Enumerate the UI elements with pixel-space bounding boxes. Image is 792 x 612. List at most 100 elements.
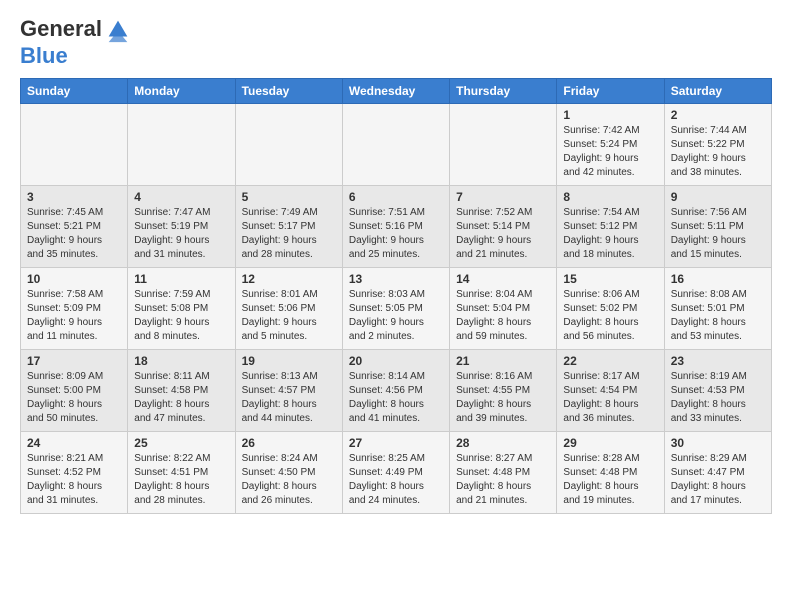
calendar-table: SundayMondayTuesdayWednesdayThursdayFrid… — [20, 78, 772, 514]
week-row-4: 24 Sunrise: 8:21 AM Sunset: 4:52 PM Dayli… — [21, 432, 772, 514]
day-info: Sunrise: 7:42 AM Sunset: 5:24 PM Dayligh… — [563, 124, 657, 180]
week-row-2: 10 Sunrise: 7:58 AM Sunset: 5:09 PM Dayli… — [21, 268, 772, 350]
day-info: Sunrise: 7:54 AM Sunset: 5:12 PM Dayligh… — [563, 206, 657, 262]
header-day-monday: Monday — [128, 79, 235, 104]
day-info: Sunrise: 8:03 AM Sunset: 5:05 PM Dayligh… — [349, 288, 443, 344]
header: General Blue — [20, 16, 772, 68]
day-info: Sunrise: 8:21 AM Sunset: 4:52 PM Dayligh… — [27, 452, 121, 508]
day-info: Sunrise: 7:59 AM Sunset: 5:08 PM Dayligh… — [134, 288, 228, 344]
calendar-cell: 16Sunrise: 8:08 AM Sunset: 5:01 PM Dayli… — [664, 268, 771, 350]
day-info: Sunrise: 7:47 AM Sunset: 5:19 PM Dayligh… — [134, 206, 228, 262]
day-number: 10 — [27, 272, 121, 286]
calendar-cell: 10 Sunrise: 7:58 AM Sunset: 5:09 PM Dayli… — [21, 268, 128, 350]
day-number: 20 — [349, 354, 443, 368]
header-day-wednesday: Wednesday — [342, 79, 449, 104]
day-number: 12 — [242, 272, 336, 286]
day-number: 30 — [671, 436, 765, 450]
day-number: 16 — [671, 272, 765, 286]
calendar-cell: 27 Sunrise: 8:25 AM Sunset: 4:49 PM Dayli… — [342, 432, 449, 514]
calendar-cell: 29Sunrise: 8:28 AM Sunset: 4:48 PM Dayli… — [557, 432, 664, 514]
calendar-cell: 28 Sunrise: 8:27 AM Sunset: 4:48 PM Dayli… — [450, 432, 557, 514]
calendar-cell: 26 Sunrise: 8:24 AM Sunset: 4:50 PM Dayli… — [235, 432, 342, 514]
day-number: 23 — [671, 354, 765, 368]
day-number: 28 — [456, 436, 550, 450]
day-number: 11 — [134, 272, 228, 286]
day-number: 1 — [563, 108, 657, 122]
calendar-cell: 23 Sunrise: 8:19 AM Sunset: 4:53 PM Dayli… — [664, 350, 771, 432]
calendar-cell: 13Sunrise: 8:03 AM Sunset: 5:05 PM Dayli… — [342, 268, 449, 350]
day-number: 6 — [349, 190, 443, 204]
day-info: Sunrise: 8:14 AM Sunset: 4:56 PM Dayligh… — [349, 370, 443, 426]
day-number: 26 — [242, 436, 336, 450]
day-number: 17 — [27, 354, 121, 368]
calendar-cell: 1 Sunrise: 7:42 AM Sunset: 5:24 PM Daylig… — [557, 104, 664, 186]
day-number: 18 — [134, 354, 228, 368]
day-info: Sunrise: 8:24 AM Sunset: 4:50 PM Dayligh… — [242, 452, 336, 508]
header-day-saturday: Saturday — [664, 79, 771, 104]
day-number: 22 — [563, 354, 657, 368]
page: General Blue SundayMondayTuesdayWednesda… — [0, 0, 792, 524]
calendar-cell: 17 Sunrise: 8:09 AM Sunset: 5:00 PM Dayli… — [21, 350, 128, 432]
logo-blue: Blue — [20, 44, 132, 68]
week-row-3: 17 Sunrise: 8:09 AM Sunset: 5:00 PM Dayli… — [21, 350, 772, 432]
day-info: Sunrise: 8:17 AM Sunset: 4:54 PM Dayligh… — [563, 370, 657, 426]
day-number: 24 — [27, 436, 121, 450]
header-day-thursday: Thursday — [450, 79, 557, 104]
calendar-cell: 14 Sunrise: 8:04 AM Sunset: 5:04 PM Dayli… — [450, 268, 557, 350]
calendar-cell: 21 Sunrise: 8:16 AM Sunset: 4:55 PM Dayli… — [450, 350, 557, 432]
day-info: Sunrise: 8:04 AM Sunset: 5:04 PM Dayligh… — [456, 288, 550, 344]
day-info: Sunrise: 8:01 AM Sunset: 5:06 PM Dayligh… — [242, 288, 336, 344]
week-row-0: 1 Sunrise: 7:42 AM Sunset: 5:24 PM Daylig… — [21, 104, 772, 186]
calendar-cell: 18 Sunrise: 8:11 AM Sunset: 4:58 PM Dayli… — [128, 350, 235, 432]
day-info: Sunrise: 8:16 AM Sunset: 4:55 PM Dayligh… — [456, 370, 550, 426]
day-number: 19 — [242, 354, 336, 368]
day-number: 29 — [563, 436, 657, 450]
day-info: Sunrise: 8:27 AM Sunset: 4:48 PM Dayligh… — [456, 452, 550, 508]
day-number: 21 — [456, 354, 550, 368]
calendar-cell: 22 Sunrise: 8:17 AM Sunset: 4:54 PM Dayli… — [557, 350, 664, 432]
calendar-cell: 15 Sunrise: 8:06 AM Sunset: 5:02 PM Dayli… — [557, 268, 664, 350]
day-info: Sunrise: 8:11 AM Sunset: 4:58 PM Dayligh… — [134, 370, 228, 426]
calendar-cell — [450, 104, 557, 186]
logo-icon — [104, 16, 132, 44]
day-info: Sunrise: 8:29 AM Sunset: 4:47 PM Dayligh… — [671, 452, 765, 508]
day-info: Sunrise: 7:49 AM Sunset: 5:17 PM Dayligh… — [242, 206, 336, 262]
day-number: 15 — [563, 272, 657, 286]
header-row: SundayMondayTuesdayWednesdayThursdayFrid… — [21, 79, 772, 104]
calendar-cell — [342, 104, 449, 186]
day-info: Sunrise: 7:51 AM Sunset: 5:16 PM Dayligh… — [349, 206, 443, 262]
calendar-cell: 7Sunrise: 7:52 AM Sunset: 5:14 PM Daylig… — [450, 186, 557, 268]
day-info: Sunrise: 8:22 AM Sunset: 4:51 PM Dayligh… — [134, 452, 228, 508]
header-day-tuesday: Tuesday — [235, 79, 342, 104]
day-info: Sunrise: 8:19 AM Sunset: 4:53 PM Dayligh… — [671, 370, 765, 426]
calendar-cell — [235, 104, 342, 186]
day-info: Sunrise: 8:25 AM Sunset: 4:49 PM Dayligh… — [349, 452, 443, 508]
calendar-cell — [128, 104, 235, 186]
calendar-cell: 25Sunrise: 8:22 AM Sunset: 4:51 PM Dayli… — [128, 432, 235, 514]
header-day-friday: Friday — [557, 79, 664, 104]
day-number: 8 — [563, 190, 657, 204]
header-day-sunday: Sunday — [21, 79, 128, 104]
calendar-cell: 24 Sunrise: 8:21 AM Sunset: 4:52 PM Dayli… — [21, 432, 128, 514]
calendar-cell: 30 Sunrise: 8:29 AM Sunset: 4:47 PM Dayli… — [664, 432, 771, 514]
day-number: 4 — [134, 190, 228, 204]
day-info: Sunrise: 8:06 AM Sunset: 5:02 PM Dayligh… — [563, 288, 657, 344]
day-info: Sunrise: 7:58 AM Sunset: 5:09 PM Dayligh… — [27, 288, 121, 344]
day-number: 3 — [27, 190, 121, 204]
day-number: 2 — [671, 108, 765, 122]
day-info: Sunrise: 8:09 AM Sunset: 5:00 PM Dayligh… — [27, 370, 121, 426]
day-number: 27 — [349, 436, 443, 450]
day-number: 14 — [456, 272, 550, 286]
logo-text: General — [20, 16, 132, 44]
calendar-cell: 20 Sunrise: 8:14 AM Sunset: 4:56 PM Dayli… — [342, 350, 449, 432]
calendar-cell: 8 Sunrise: 7:54 AM Sunset: 5:12 PM Daylig… — [557, 186, 664, 268]
calendar-cell: 19Sunrise: 8:13 AM Sunset: 4:57 PM Dayli… — [235, 350, 342, 432]
calendar-cell: 5 Sunrise: 7:49 AM Sunset: 5:17 PM Daylig… — [235, 186, 342, 268]
week-row-1: 3Sunrise: 7:45 AM Sunset: 5:21 PM Daylig… — [21, 186, 772, 268]
calendar-cell: 2Sunrise: 7:44 AM Sunset: 5:22 PM Daylig… — [664, 104, 771, 186]
day-info: Sunrise: 7:52 AM Sunset: 5:14 PM Dayligh… — [456, 206, 550, 262]
calendar-cell: 12 Sunrise: 8:01 AM Sunset: 5:06 PM Dayli… — [235, 268, 342, 350]
day-number: 5 — [242, 190, 336, 204]
calendar-cell — [21, 104, 128, 186]
day-number: 9 — [671, 190, 765, 204]
